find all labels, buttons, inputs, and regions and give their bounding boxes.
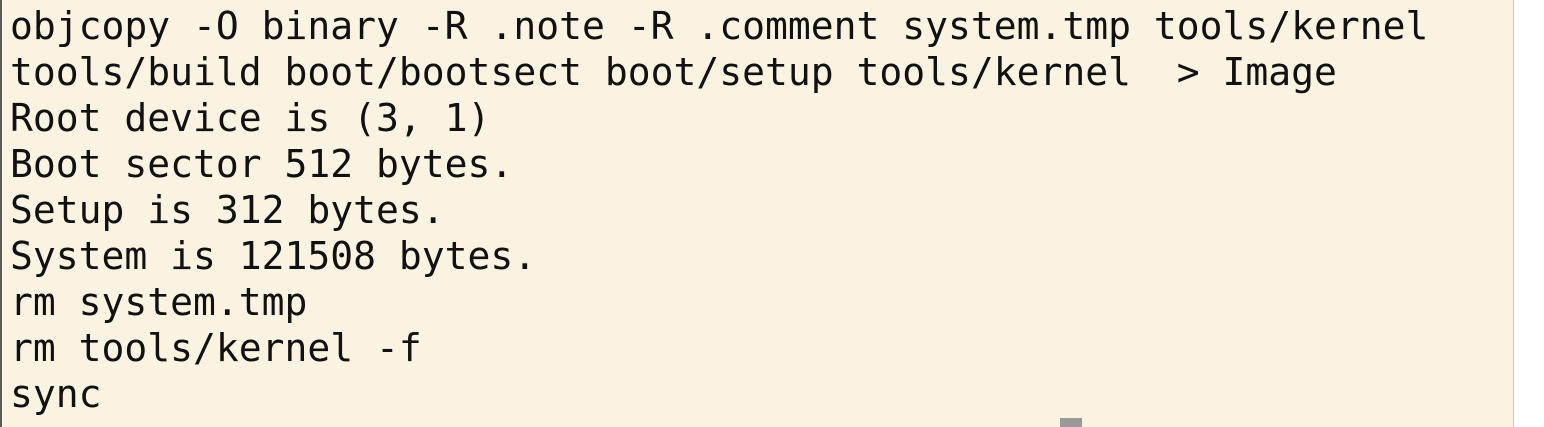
terminal-line: objcopy -O binary -R .note -R .comment s…: [10, 4, 1429, 48]
terminal-output[interactable]: objcopy -O binary -R .note -R .comment s…: [2, 0, 1513, 427]
terminal-line: rm system.tmp: [10, 280, 308, 324]
terminal-cursor: [1060, 418, 1082, 427]
terminal-line: Boot sector 512 bytes.: [10, 142, 514, 186]
terminal-window[interactable]: objcopy -O binary -R .note -R .comment s…: [0, 0, 1514, 427]
terminal-line: Root device is (3, 1): [10, 96, 491, 140]
terminal-line: rm tools/kernel -f: [10, 326, 422, 370]
window-margin: [1514, 0, 1544, 427]
terminal-line: Setup is 312 bytes.: [10, 188, 445, 232]
terminal-line: tools/build boot/bootsect boot/setup too…: [10, 50, 1337, 94]
terminal-line: System is 121508 bytes.: [10, 234, 537, 278]
terminal-line: sync: [10, 372, 102, 416]
